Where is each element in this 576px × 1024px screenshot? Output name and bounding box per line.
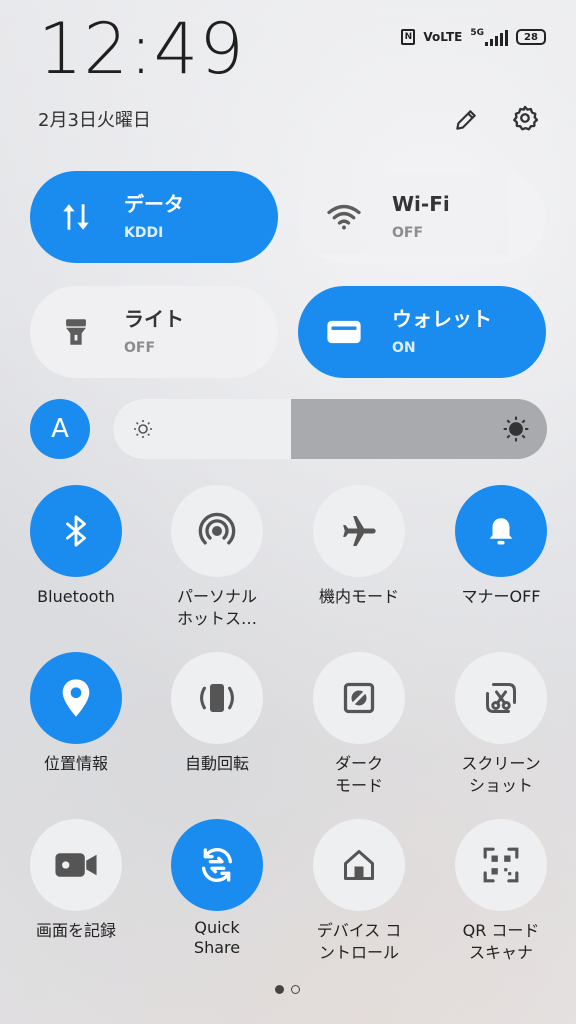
toggle-bluetooth[interactable]	[30, 485, 122, 577]
tile-title: Wi-Fi	[392, 192, 450, 216]
toggle-device-control[interactable]	[313, 819, 405, 911]
toggle-dark-mode[interactable]	[313, 652, 405, 744]
location-icon	[62, 679, 90, 717]
toggle-quick-share[interactable]	[171, 819, 263, 911]
screen-record-icon	[55, 853, 97, 877]
auto-brightness-button[interactable]: A	[30, 399, 90, 459]
brightness-high-icon	[503, 416, 529, 442]
label-silent-mode: マナーOFF	[461, 587, 541, 606]
brightness-slider[interactable]	[113, 399, 547, 459]
label-qr-scanner: QR コード スキャナ	[462, 921, 540, 962]
page-dot-active[interactable]	[275, 985, 284, 994]
toggle-airplane-mode[interactable]	[313, 485, 405, 577]
tile-subtitle: OFF	[392, 225, 424, 241]
wallet-icon	[326, 314, 362, 350]
toggle-auto-rotate[interactable]	[171, 652, 263, 744]
dark-mode-icon	[343, 682, 375, 714]
label-screenshot: スクリーン ショット	[461, 754, 541, 795]
screenshot-icon	[486, 683, 516, 713]
qr-scanner-icon	[483, 847, 519, 883]
clock[interactable]: 12:49	[38, 14, 245, 84]
toggle-silent-mode[interactable]	[455, 485, 547, 577]
tile-subtitle: ON	[392, 340, 416, 356]
edit-button[interactable]	[448, 102, 484, 138]
label-dark-mode: ダーク モード	[334, 754, 383, 795]
airplane-icon	[343, 516, 376, 546]
pencil-icon	[456, 110, 476, 130]
label-screen-record: 画面を記録	[35, 921, 116, 940]
auto-rotate-icon	[200, 684, 234, 712]
battery-icon: 28	[516, 29, 546, 45]
data-transfer-icon	[58, 199, 94, 235]
tile-title: ライト	[124, 307, 184, 331]
date[interactable]: 2月3日火曜日	[38, 106, 151, 132]
label-quick-share: Quick Share	[193, 918, 241, 957]
tile-subtitle: OFF	[124, 340, 156, 356]
network-type: 5G	[470, 28, 484, 38]
toggle-location[interactable]	[30, 652, 122, 744]
signal-bars-icon	[485, 30, 508, 46]
tile-title: ウォレット	[392, 307, 492, 331]
nfc-icon: N	[401, 29, 416, 45]
toggle-hotspot[interactable]	[171, 485, 263, 577]
volte-indicator: VoLTE	[423, 30, 463, 44]
label-auto-rotate: 自動回転	[184, 754, 249, 773]
flashlight-icon	[58, 314, 94, 350]
settings-button[interactable]	[507, 100, 543, 136]
hotspot-icon	[198, 512, 236, 545]
tile-wallet[interactable]: ウォレット ON	[298, 286, 546, 378]
page-dot[interactable]	[291, 985, 300, 994]
label-bluetooth: Bluetooth	[37, 587, 115, 606]
label-hotspot: パーソナル ホットス…	[176, 587, 257, 628]
tile-mobile-data[interactable]: データ KDDI	[30, 171, 278, 263]
tile-subtitle: KDDI	[124, 225, 164, 241]
signal-icon: 5G	[470, 28, 508, 46]
toggle-screenshot[interactable]	[455, 652, 547, 744]
device-control-icon	[344, 850, 374, 880]
label-location: 位置情報	[43, 754, 108, 773]
gear-icon	[513, 105, 539, 131]
toggle-screen-record[interactable]	[30, 819, 122, 911]
tile-title: データ	[124, 192, 184, 216]
page-indicator	[275, 985, 300, 994]
quick-share-icon	[202, 848, 232, 882]
battery-level: 28	[524, 31, 538, 43]
tile-flashlight[interactable]: ライト OFF	[30, 286, 278, 378]
toggle-qr-scanner[interactable]	[455, 819, 547, 911]
bell-icon	[489, 518, 513, 545]
tile-wifi[interactable]: Wi-Fi OFF	[298, 171, 546, 263]
bluetooth-icon	[66, 515, 86, 547]
label-device-control: デバイス コ ントロール	[316, 921, 402, 962]
status-icons: N VoLTE 5G 28	[401, 28, 546, 46]
wifi-icon	[326, 199, 362, 235]
label-airplane-mode: 機内モード	[318, 587, 399, 606]
brightness-low-icon	[134, 420, 152, 438]
